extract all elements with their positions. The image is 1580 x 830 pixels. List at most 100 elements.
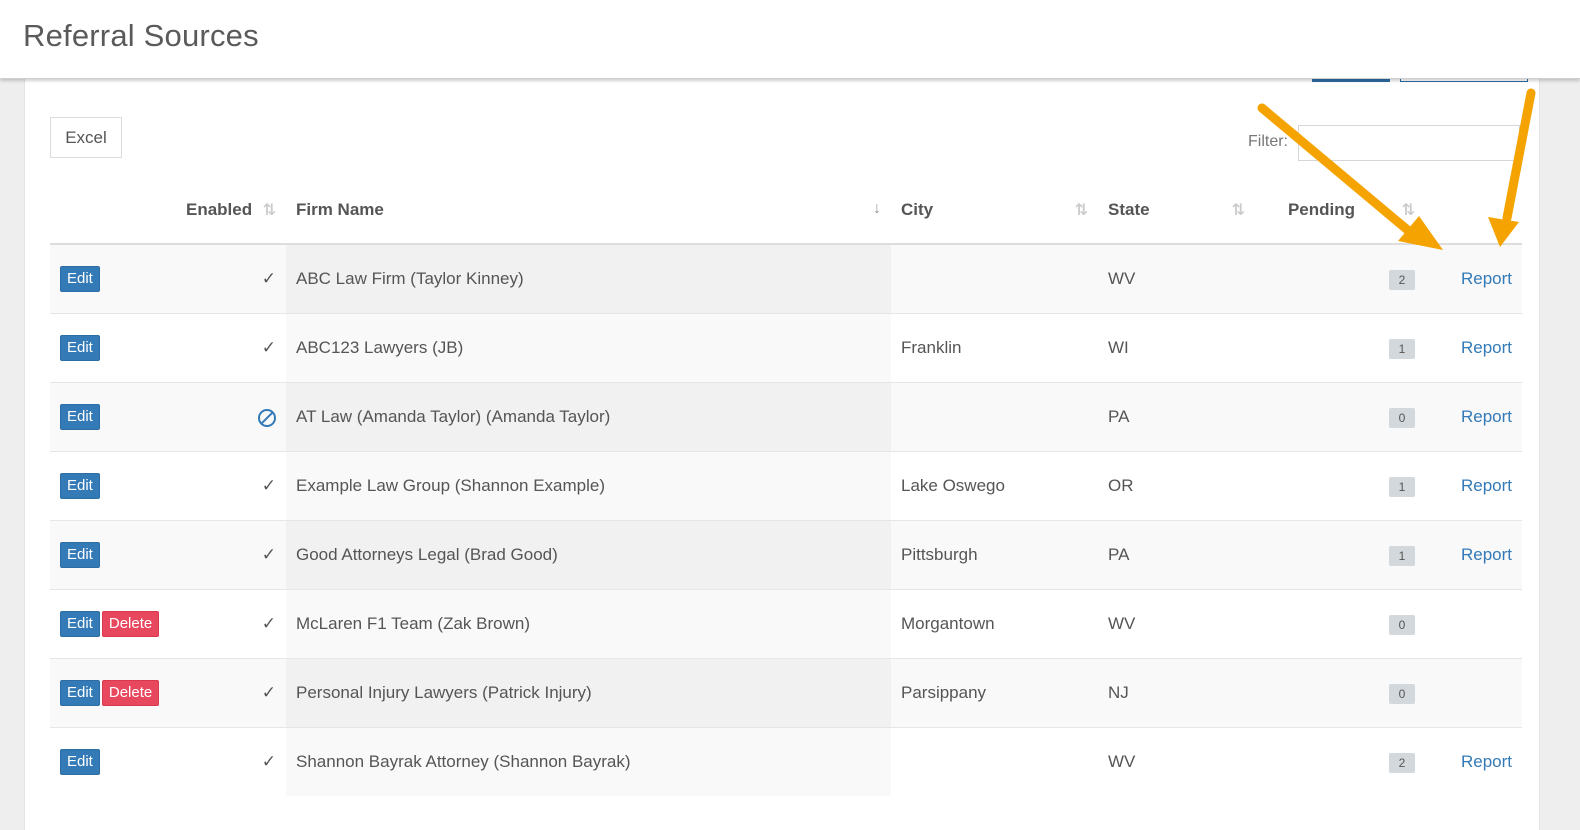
pending-count-badge: 0 — [1389, 683, 1415, 704]
ban-icon — [258, 408, 276, 427]
filter-label: Filter: — [1248, 133, 1288, 150]
report-cell: Report — [1425, 520, 1522, 590]
edit-button[interactable]: Edit — [60, 404, 100, 430]
edit-button[interactable]: Edit — [60, 335, 100, 361]
report-cell: Report — [1425, 313, 1522, 383]
pending-count-badge: 0 — [1389, 614, 1415, 635]
report-link[interactable]: Report — [1461, 752, 1512, 771]
report-link[interactable]: Report — [1461, 269, 1512, 288]
report-column-header — [1425, 176, 1522, 245]
row-actions-cell: Edit — [50, 451, 176, 521]
enabled-cell: ✓ — [176, 658, 286, 728]
delete-button[interactable]: Delete — [101, 680, 160, 706]
pending-count-badge: 1 — [1389, 476, 1415, 497]
enabled-column-header[interactable]: Enabled ⇅ — [176, 176, 286, 245]
row-actions-cell: Edit — [50, 243, 176, 314]
firm-name-cell: Personal Injury Lawyers (Patrick Injury) — [286, 658, 891, 728]
report-cell: Report — [1425, 243, 1522, 314]
actions-column-header — [50, 176, 176, 245]
state-cell: PA — [1098, 382, 1255, 452]
report-cell: Report — [1425, 382, 1522, 452]
city-header-label: City — [901, 199, 934, 219]
checkmark-icon: ✓ — [261, 752, 276, 771]
report-link[interactable]: Report — [1461, 407, 1512, 426]
checkmark-icon: ✓ — [261, 614, 276, 633]
sort-icon: ⇅ — [1231, 202, 1245, 219]
checkmark-icon: ✓ — [261, 683, 276, 702]
enabled-cell: ✓ — [176, 243, 286, 314]
pending-column-header[interactable]: Pending ⇅ — [1255, 176, 1425, 245]
state-cell: NJ — [1098, 658, 1255, 728]
city-cell: Lake Oswego — [891, 451, 1098, 521]
firm-name-column-header[interactable]: Firm Name ↓ — [286, 176, 891, 245]
row-actions-cell: Edit — [50, 382, 176, 452]
edit-button[interactable]: Edit — [60, 749, 100, 775]
pending-cell: 1 — [1255, 520, 1425, 590]
delete-button[interactable]: Delete — [101, 611, 160, 637]
pending-cell: 2 — [1255, 243, 1425, 314]
report-cell — [1425, 589, 1522, 659]
enabled-cell: ✓ — [176, 589, 286, 659]
filter-input[interactable] — [1298, 125, 1520, 161]
table-row: Edit ✓ Example Law Group (Shannon Example)… — [50, 451, 1522, 521]
sort-ascending-icon: ↓ — [873, 200, 881, 217]
state-column-header[interactable]: State ⇅ — [1098, 176, 1255, 245]
pending-cell: 0 — [1255, 658, 1425, 728]
firm-name-cell: ABC123 Lawyers (JB) — [286, 313, 891, 383]
table-row: Edit ✓ Shannon Bayrak Attorney (Shannon Ba… — [50, 727, 1522, 796]
table-row: Edit Delete ✓ Personal Injury Lawyers (Patr… — [50, 658, 1522, 728]
state-cell: WV — [1098, 243, 1255, 314]
pending-cell: 0 — [1255, 589, 1425, 659]
state-cell: WI — [1098, 313, 1255, 383]
edit-button[interactable]: Edit — [60, 611, 100, 637]
report-cell — [1425, 658, 1522, 728]
state-header-label: State — [1108, 199, 1150, 219]
checkmark-icon: ✓ — [261, 338, 276, 357]
firm-name-cell: Example Law Group (Shannon Example) — [286, 451, 891, 521]
enabled-cell — [176, 382, 286, 452]
pending-count-badge: 2 — [1389, 752, 1415, 773]
pending-count-badge: 1 — [1389, 338, 1415, 359]
firm-name-cell: Good Attorneys Legal (Brad Good) — [286, 520, 891, 590]
city-cell — [891, 243, 1098, 314]
state-cell: PA — [1098, 520, 1255, 590]
pending-cell: 1 — [1255, 313, 1425, 383]
firm-name-header-label: Firm Name — [296, 199, 384, 219]
city-column-header[interactable]: City ⇅ — [891, 176, 1098, 245]
table-body: Edit ✓ ABC Law Firm (Taylor Kinney) WV 2 Repo… — [50, 243, 1522, 796]
row-actions-cell: Edit — [50, 727, 176, 796]
row-actions-cell: Edit Delete — [50, 589, 176, 659]
city-cell: Franklin — [891, 313, 1098, 383]
sort-icon: ⇅ — [1074, 202, 1088, 219]
excel-export-button[interactable]: Excel — [50, 117, 122, 158]
page-title: Referral Sources — [23, 18, 259, 53]
firm-name-cell: McLaren F1 Team (Zak Brown) — [286, 589, 891, 659]
pending-count-badge: 1 — [1389, 545, 1415, 566]
city-cell: Pittsburgh — [891, 520, 1098, 590]
row-actions-cell: Edit — [50, 520, 176, 590]
edit-button[interactable]: Edit — [60, 680, 100, 706]
checkmark-icon: ✓ — [261, 545, 276, 564]
edit-button[interactable]: Edit — [60, 266, 100, 292]
sort-icon: ⇅ — [262, 202, 276, 219]
enabled-header-label: Enabled — [186, 199, 253, 219]
state-cell: WV — [1098, 727, 1255, 796]
state-cell: WV — [1098, 589, 1255, 659]
enabled-cell: ✓ — [176, 520, 286, 590]
report-link[interactable]: Report — [1461, 338, 1512, 357]
firm-name-cell: AT Law (Amanda Taylor) (Amanda Taylor) — [286, 382, 891, 452]
checkmark-icon: ✓ — [261, 476, 276, 495]
firm-name-cell: ABC Law Firm (Taylor Kinney) — [286, 243, 891, 314]
table-row: Edit AT Law (Amanda Taylor) (Amanda Taylo… — [50, 382, 1522, 452]
row-actions-cell: Edit — [50, 313, 176, 383]
city-cell — [891, 727, 1098, 796]
enabled-cell: ✓ — [176, 727, 286, 796]
pending-cell: 0 — [1255, 382, 1425, 452]
referral-sources-table: Enabled ⇅ Firm Name ↓ City ⇅ State ⇅ Pen… — [50, 176, 1522, 796]
checkmark-icon: ✓ — [261, 269, 276, 288]
edit-button[interactable]: Edit — [60, 542, 100, 568]
report-link[interactable]: Report — [1461, 545, 1512, 564]
report-cell: Report — [1425, 727, 1522, 796]
report-link[interactable]: Report — [1461, 476, 1512, 495]
edit-button[interactable]: Edit — [60, 473, 100, 499]
